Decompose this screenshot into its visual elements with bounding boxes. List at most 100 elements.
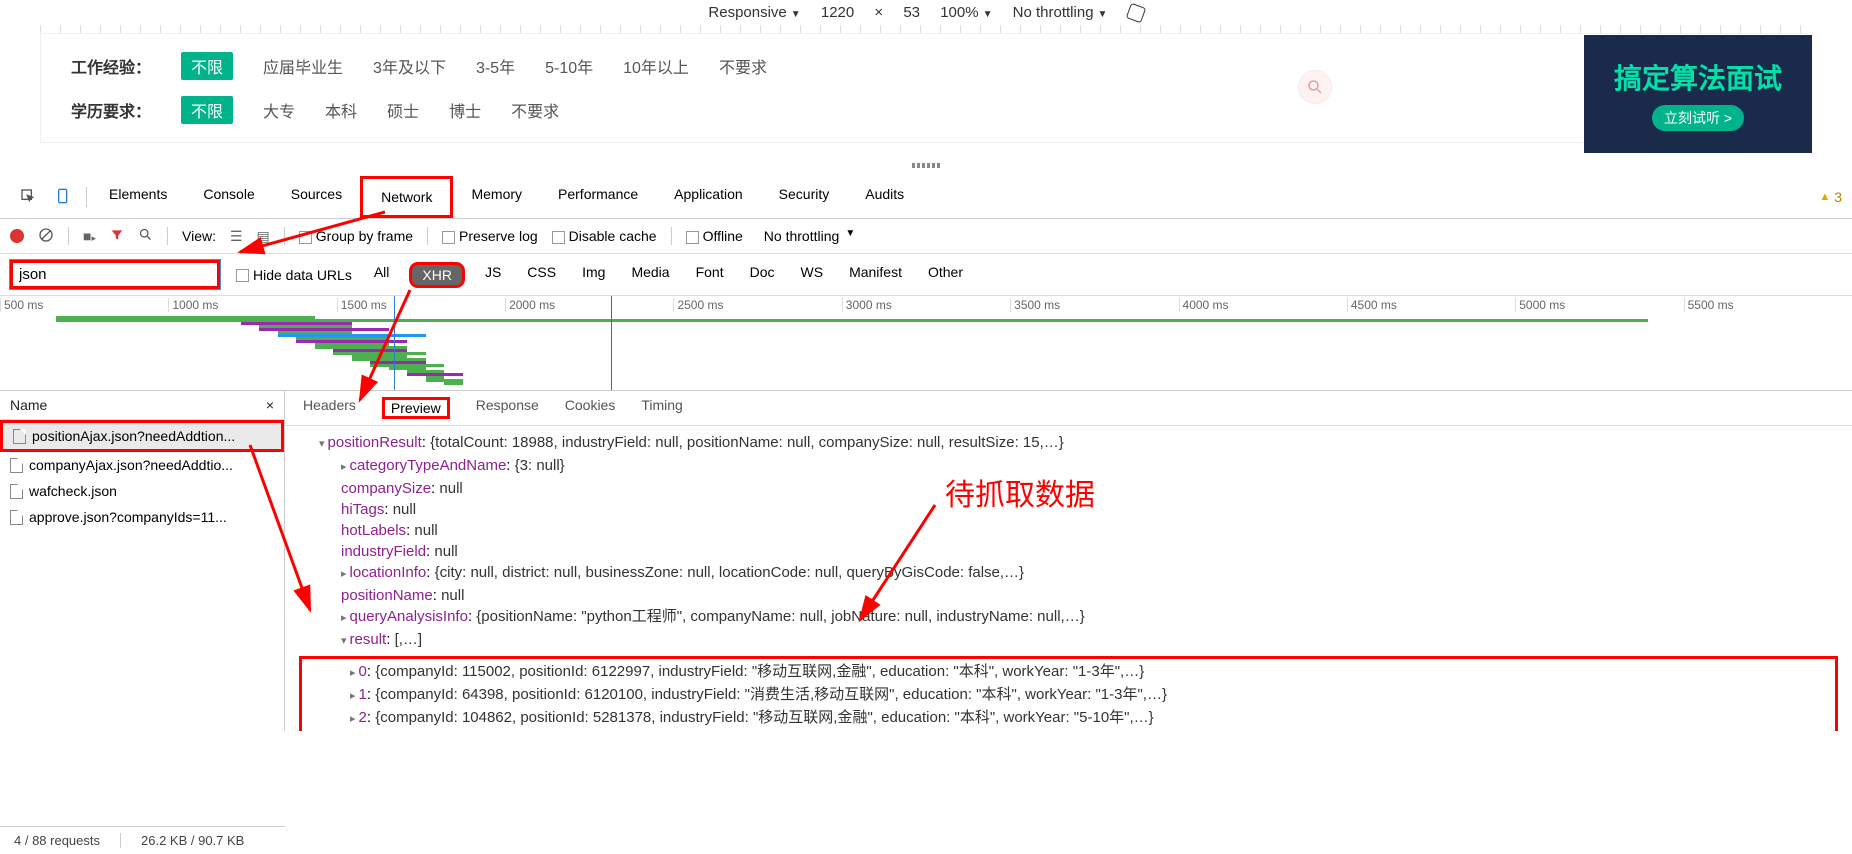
request-row[interactable]: approve.json?companyIds=11... <box>0 504 284 530</box>
filter-option[interactable]: 10年以上 <box>623 54 689 78</box>
request-name: approve.json?companyIds=11... <box>29 509 227 525</box>
close-detail-icon[interactable]: × <box>266 397 274 413</box>
request-name: wafcheck.json <box>29 483 117 499</box>
filter-icon[interactable] <box>110 228 124 245</box>
viewport-width[interactable]: 1220 <box>821 4 854 21</box>
request-list: Name × positionAjax.json?needAddtion... c… <box>0 391 285 731</box>
type-filter-doc[interactable]: Doc <box>744 262 781 288</box>
page-preview-pane: 工作经验：不限应届毕业生3年及以下3-5年5-10年10年以上不要求学历要求：不… <box>0 25 1852 155</box>
large-rows-icon[interactable]: ☰ <box>230 228 243 245</box>
search-tool-icon[interactable] <box>138 227 153 245</box>
devtools-tab-performance[interactable]: Performance <box>540 176 656 218</box>
rendered-page: 工作经验：不限应届毕业生3年及以下3-5年5-10年10年以上不要求学历要求：不… <box>40 33 1812 143</box>
hide-dataurls-checkbox[interactable]: Hide data URLs <box>236 267 352 283</box>
warning-badge[interactable]: 3 <box>1819 189 1842 205</box>
timeline-tick: 3000 ms <box>842 298 1010 312</box>
filter-input[interactable] <box>10 260 220 289</box>
rotate-icon[interactable] <box>1125 3 1146 24</box>
timeline-tick: 3500 ms <box>1010 298 1178 312</box>
preserve-log-checkbox[interactable]: Preserve log <box>442 228 538 244</box>
type-filter-other[interactable]: Other <box>922 262 969 288</box>
detail-tab-response[interactable]: Response <box>476 397 539 419</box>
filter-option[interactable]: 硕士 <box>387 98 419 122</box>
timeline-tick: 4000 ms <box>1179 298 1347 312</box>
clear-icon[interactable] <box>38 227 54 246</box>
type-filter-media[interactable]: Media <box>625 262 675 288</box>
detail-tab-preview[interactable]: Preview <box>382 397 450 419</box>
network-filter-bar: Hide data URLs All XHR JS CSS Img Media Font Do… <box>0 254 1852 296</box>
devtools-tab-audits[interactable]: Audits <box>847 176 922 218</box>
request-split-view: Name × positionAjax.json?needAddtion... c… <box>0 391 1852 731</box>
filter-option[interactable]: 应届毕业生 <box>263 54 343 78</box>
throttle-dropdown[interactable]: No throttling <box>1013 4 1108 21</box>
filter-option[interactable]: 不要求 <box>719 54 767 78</box>
filter-option[interactable]: 3-5年 <box>476 54 515 78</box>
inspect-icon[interactable] <box>10 180 46 215</box>
load-line <box>611 296 612 390</box>
camera-icon[interactable]: ■▸ <box>83 228 96 244</box>
viewport-height[interactable]: 53 <box>903 4 920 21</box>
result-array-highlight: 0: {companyId: 115002, positionId: 61229… <box>299 656 1838 731</box>
network-status-bar: 4 / 88 requests 26.2 KB / 90.7 KB <box>0 826 285 854</box>
disable-cache-checkbox[interactable]: Disable cache <box>552 228 657 244</box>
timeline-tick: 1000 ms <box>168 298 336 312</box>
type-filter-img[interactable]: Img <box>576 262 611 288</box>
group-by-frame-checkbox[interactable]: Group by frame <box>299 228 413 244</box>
type-filter-css[interactable]: CSS <box>521 262 562 288</box>
network-throttle-select[interactable]: No throttling <box>757 225 858 247</box>
dimension-times: × <box>874 4 883 21</box>
devtools-tab-application[interactable]: Application <box>656 176 761 218</box>
promo-title: 搞定算法面试 <box>1614 57 1782 97</box>
devtools-tab-network[interactable]: Network <box>360 176 453 218</box>
devtools-tab-security[interactable]: Security <box>761 176 848 218</box>
pane-resizer[interactable] <box>0 155 1852 176</box>
filter-option[interactable]: 不限 <box>181 96 233 124</box>
offline-checkbox[interactable]: Offline <box>686 228 743 244</box>
waterfall-toggle-icon[interactable]: ▤ <box>257 228 270 245</box>
filter-option[interactable]: 3年及以下 <box>373 54 446 78</box>
request-row[interactable]: positionAjax.json?needAddtion... <box>0 420 284 452</box>
timeline-tick: 4500 ms <box>1347 298 1515 312</box>
record-button[interactable] <box>10 229 24 243</box>
request-detail-pane: Headers Preview Response Cookies Timing posi… <box>285 391 1852 731</box>
filter-option[interactable]: 本科 <box>325 98 357 122</box>
file-icon <box>10 484 23 499</box>
filter-option[interactable]: 5-10年 <box>545 54 593 78</box>
timeline-tick: 500 ms <box>0 298 168 312</box>
type-filter-js[interactable]: JS <box>479 262 507 288</box>
filter-option[interactable]: 不要求 <box>511 98 559 122</box>
request-name: companyAjax.json?needAddtio... <box>29 457 233 473</box>
request-row[interactable]: wafcheck.json <box>0 478 284 504</box>
filter-option[interactable]: 不限 <box>181 52 233 80</box>
network-toolbar: ■▸ View: ☰ ▤ Group by frame Preserve log… <box>0 219 1852 254</box>
type-filter-xhr[interactable]: XHR <box>409 262 465 288</box>
type-filter-manifest[interactable]: Manifest <box>843 262 908 288</box>
zoom-dropdown[interactable]: 100% <box>940 4 992 21</box>
request-row[interactable]: companyAjax.json?needAddtio... <box>0 452 284 478</box>
filter-option[interactable]: 大专 <box>263 98 295 122</box>
network-waterfall[interactable]: 500 ms1000 ms1500 ms2000 ms2500 ms3000 m… <box>0 296 1852 391</box>
devtools-tab-console[interactable]: Console <box>185 176 272 218</box>
name-column-header[interactable]: Name <box>10 397 47 413</box>
devtools-tab-sources[interactable]: Sources <box>273 176 360 218</box>
filter-label: 工作经验： <box>71 54 151 78</box>
devtools-tab-memory[interactable]: Memory <box>453 176 540 218</box>
filter-option[interactable]: 博士 <box>449 98 481 122</box>
device-toggle-icon[interactable] <box>46 180 82 215</box>
file-icon <box>13 429 26 444</box>
devtools-tab-elements[interactable]: Elements <box>91 176 185 218</box>
detail-tab-headers[interactable]: Headers <box>303 397 356 419</box>
detail-tab-timing[interactable]: Timing <box>641 397 683 419</box>
view-label: View: <box>182 228 216 244</box>
promo-cta-button[interactable]: 立刻试听 > <box>1652 105 1744 131</box>
promo-banner[interactable]: 搞定算法面试 立刻试听 > <box>1584 35 1812 153</box>
search-icon[interactable] <box>1298 70 1332 104</box>
detail-tab-cookies[interactable]: Cookies <box>565 397 616 419</box>
responsive-dropdown[interactable]: Responsive <box>708 4 800 21</box>
filter-label: 学历要求： <box>71 98 151 122</box>
type-filter-ws[interactable]: WS <box>795 262 830 288</box>
type-filter-all[interactable]: All <box>368 262 396 288</box>
file-icon <box>10 510 23 525</box>
type-filter-font[interactable]: Font <box>690 262 730 288</box>
json-preview[interactable]: positionResult: {totalCount: 18988, indu… <box>285 426 1852 731</box>
